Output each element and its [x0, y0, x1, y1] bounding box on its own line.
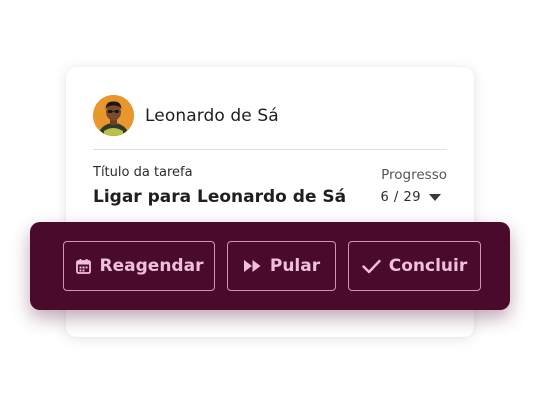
calendar-icon — [75, 258, 92, 275]
complete-button[interactable]: Concluir — [348, 241, 481, 291]
progress-selector[interactable]: 6 / 29 — [381, 190, 441, 205]
reschedule-label: Reagendar — [99, 256, 204, 276]
skip-button[interactable]: Pular — [227, 241, 336, 291]
divider — [93, 149, 447, 150]
action-bar: Reagendar Pular Concluir — [30, 222, 510, 310]
contact-header: Leonardo de Sá — [93, 95, 279, 136]
skip-label: Pular — [269, 256, 321, 276]
avatar-photo-icon — [93, 95, 134, 136]
complete-label: Concluir — [388, 256, 468, 276]
progress-label: Progresso — [381, 167, 447, 183]
progress-value: 6 / 29 — [380, 190, 421, 205]
caret-down-icon[interactable] — [429, 194, 441, 201]
stage: Leonardo de Sá Título da tarefa Ligar pa… — [0, 0, 540, 405]
task-label: Título da tarefa — [93, 165, 193, 180]
contact-name: Leonardo de Sá — [145, 105, 279, 126]
check-icon — [362, 259, 381, 274]
reschedule-button[interactable]: Reagendar — [63, 241, 215, 291]
fast-forward-icon — [243, 259, 262, 273]
task-title: Ligar para Leonardo de Sá — [93, 187, 347, 207]
avatar[interactable] — [93, 95, 134, 136]
